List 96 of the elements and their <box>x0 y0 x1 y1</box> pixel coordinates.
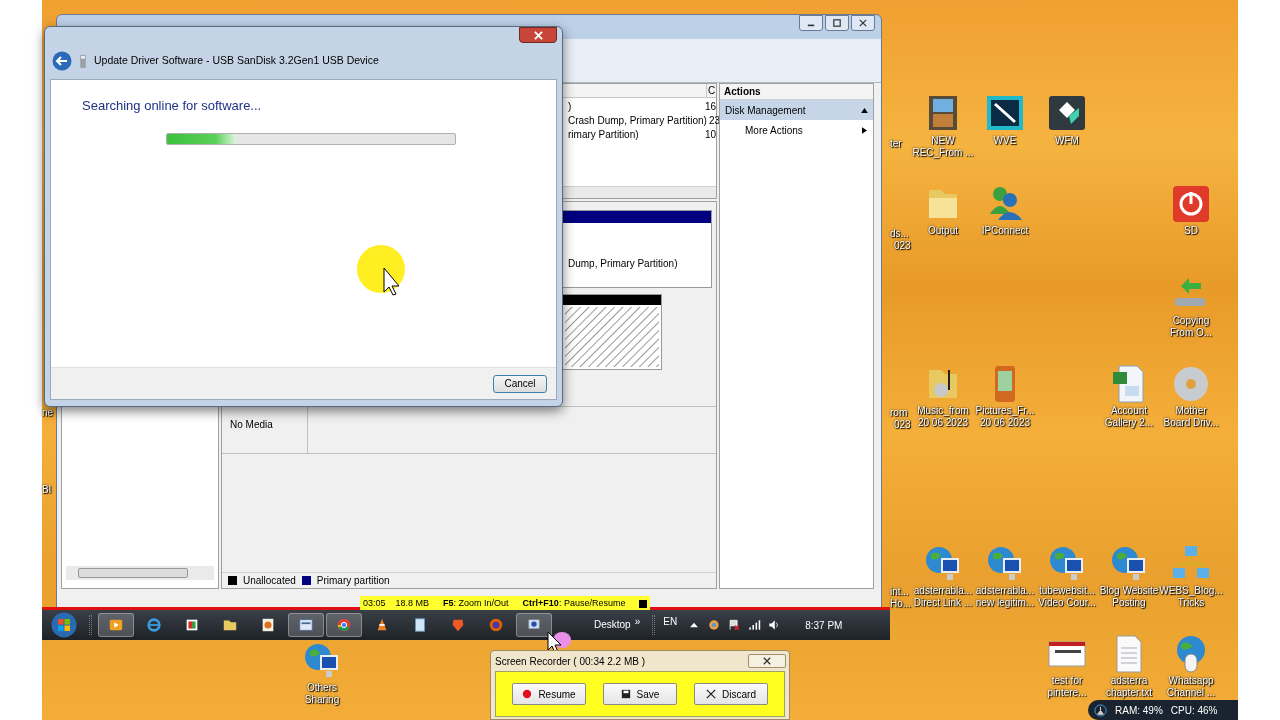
icon-label: Output <box>928 225 958 237</box>
cancel-button[interactable]: Cancel <box>493 374 547 393</box>
shortcut-hint: Ctrl+F10: Pause/Resume <box>522 596 626 610</box>
toolbar-label[interactable]: Desktop <box>594 618 631 632</box>
close-icon <box>533 30 543 40</box>
icon-label: test for pintere... <box>1047 675 1087 699</box>
icon-label: WEBS_Blog... Tricks <box>1159 585 1223 609</box>
scrollbar-thumb[interactable] <box>78 568 188 578</box>
pane-title: Actions <box>720 84 873 100</box>
cpu-usage: CPU: 46% <box>1170 703 1218 718</box>
legend-label: Primary partition <box>316 574 390 588</box>
table-cell: ) <box>568 100 572 114</box>
paint-icon <box>260 617 276 633</box>
icon-label: SD <box>1184 225 1198 237</box>
icon-label: Pictures_Fr... 20 06 2023 <box>975 405 1035 429</box>
icon-label: Ho... <box>890 598 912 610</box>
clock[interactable]: 8:37 PM <box>805 617 843 633</box>
browser-e-icon <box>146 617 162 633</box>
icon-label: int... <box>890 586 909 598</box>
table-cell: rimary Partition) <box>568 128 639 142</box>
icon-label: WFM <box>1055 135 1079 147</box>
language-indicator[interactable]: EN <box>663 614 678 629</box>
recorder-button[interactable]: Save <box>603 683 677 705</box>
partition-label: Dump, Primary Partition) <box>568 257 679 271</box>
recorder-button[interactable]: Discard <box>694 683 768 705</box>
legend-label: Unallocated <box>243 574 296 588</box>
media-player-icon <box>108 617 124 633</box>
close-button[interactable] <box>748 654 786 668</box>
icon-label: Mother Board Driv... <box>1163 405 1219 429</box>
window-icon <box>298 617 314 633</box>
column-header[interactable]: C <box>706 84 716 97</box>
minimize-button[interactable] <box>799 15 823 31</box>
dialog-title: Update Driver Software - USB SanDisk 3.2Gen1 USB Device <box>94 53 379 69</box>
close-icon <box>859 19 867 27</box>
taskbar-button[interactable] <box>288 613 324 637</box>
globe-icon[interactable] <box>707 618 722 632</box>
start-button[interactable] <box>51 612 77 638</box>
table-cell-text: 16 <box>703 100 716 114</box>
dialog-heading: Searching online for software... <box>82 97 263 115</box>
notepad-icon <box>412 617 428 633</box>
icon-label: adsterrabla... new legitim... <box>975 585 1035 609</box>
icon-label: ter <box>890 138 902 150</box>
cursor-highlight-icon <box>356 244 408 296</box>
icon-label: Blog Website Posting <box>1099 585 1159 609</box>
close-button[interactable] <box>519 27 557 43</box>
icon-label: WVE <box>993 135 1017 147</box>
chevron-button[interactable]: » <box>634 618 641 626</box>
maximize-icon <box>833 19 841 27</box>
app-icon <box>184 617 200 633</box>
icon-label: Copying From O... <box>1169 315 1213 339</box>
icon-label: adsterra chapter.txt <box>1105 675 1153 699</box>
action-label: More Actions <box>745 123 803 138</box>
icon-label: Account Gallery 2... <box>1104 405 1154 429</box>
broom-icon[interactable] <box>1094 703 1107 717</box>
icon-label: ne <box>42 407 54 419</box>
icon-label: ds... <box>890 228 909 240</box>
back-button[interactable] <box>52 51 72 71</box>
stop-icon[interactable] <box>639 599 648 608</box>
icon-label: 023 <box>894 419 911 431</box>
elapsed-time: 03:05 <box>363 596 386 610</box>
lion-shield-icon <box>450 617 466 633</box>
table-cell-text: 10 <box>703 128 716 142</box>
icon-label: IPConnect <box>981 225 1029 237</box>
ram-usage: RAM: 49% <box>1115 703 1163 718</box>
icon-label: 023 <box>894 240 911 252</box>
window-title: Screen Recorder ( 00:34 2.2 MB ) <box>495 654 646 669</box>
icon-label: NEW REC_From ... <box>912 135 974 159</box>
maximize-button[interactable] <box>825 15 849 31</box>
chrome-icon <box>336 617 352 633</box>
record-icon <box>522 689 533 699</box>
icon-label: Bl <box>42 484 51 496</box>
firefox-icon <box>488 617 504 633</box>
section-header[interactable]: Disk Management <box>720 100 873 120</box>
icon-label: rom <box>890 407 908 419</box>
icon-label: Whatsapp Channel ... <box>1166 675 1216 699</box>
flag-icon[interactable] <box>727 618 742 632</box>
icon-label: Music_from 20 06 2023 <box>917 405 969 429</box>
power-icon[interactable] <box>1171 184 1211 224</box>
signal-icon[interactable] <box>747 618 762 632</box>
section-title: Disk Management <box>725 103 806 118</box>
collapse-icon[interactable] <box>861 107 868 113</box>
icon-label: Others Sharing <box>304 682 340 706</box>
usb-drive-icon <box>80 54 86 68</box>
recorder-button[interactable]: Resume <box>512 683 586 705</box>
icon-label: adsterrabla... Direct Link ... <box>913 585 973 609</box>
table-cell: Crash Dump, Primary Partition) <box>568 114 707 128</box>
close-button[interactable] <box>851 15 875 31</box>
icon-label: tubewebsit... Video Cour... <box>1038 585 1096 609</box>
horizontal-scrollbar[interactable] <box>66 566 214 580</box>
shortcut-hint: F5: Zoom In/Out <box>443 596 509 610</box>
close-icon <box>763 657 771 665</box>
table-cell-text: 23 <box>707 114 721 128</box>
submenu-arrow-icon <box>862 126 867 134</box>
action-item[interactable]: More Actions <box>720 120 873 140</box>
close-icon <box>706 689 717 699</box>
file-size: 18.8 MB <box>395 596 430 610</box>
